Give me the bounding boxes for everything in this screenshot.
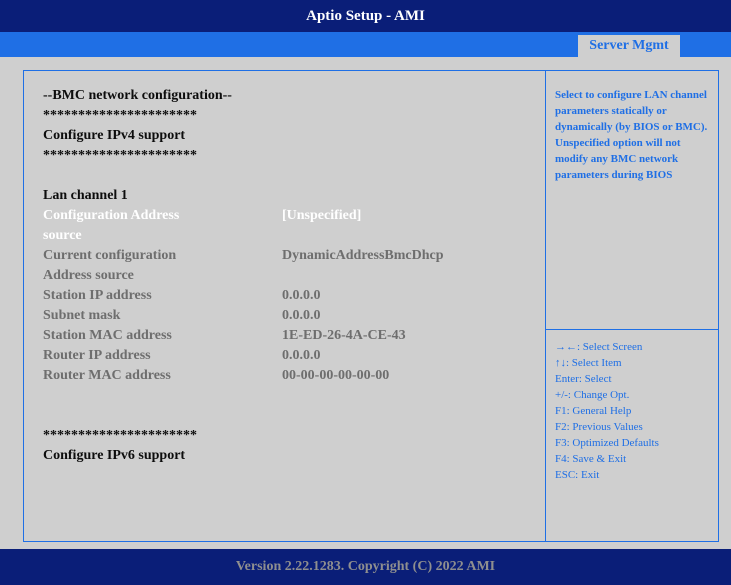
station-mac-value: 1E-ED-26-4A-CE-43 bbox=[282, 328, 406, 343]
station-ip-row: Station IP address 0.0.0.0 bbox=[43, 286, 538, 306]
config-address-source-label-cont: source bbox=[43, 228, 82, 243]
key-hint: +/-: Change Opt. bbox=[555, 389, 630, 401]
config-address-source-label: Configuration Address bbox=[43, 208, 180, 223]
key-hint: ↑↓: Select Item bbox=[555, 357, 622, 369]
subnet-mask-row: Subnet mask 0.0.0.0 bbox=[43, 306, 538, 326]
section-title: --BMC network configuration-- bbox=[43, 88, 232, 103]
router-ip-value: 0.0.0.0 bbox=[282, 348, 321, 363]
station-mac-row: Station MAC address 1E-ED-26-4A-CE-43 bbox=[43, 326, 538, 346]
ipv6-title: Configure IPv6 support bbox=[43, 448, 186, 463]
separator-stars: ********************** bbox=[43, 108, 197, 123]
config-address-source-value[interactable]: [Unspecified] bbox=[282, 206, 361, 226]
window-title: Aptio Setup - AMI bbox=[0, 0, 731, 32]
router-mac-label: Router MAC address bbox=[43, 368, 171, 383]
router-mac-value: 00-00-00-00-00-00 bbox=[282, 368, 390, 383]
subnet-mask-label: Subnet mask bbox=[43, 308, 121, 323]
key-hint: F2: Previous Values bbox=[555, 421, 643, 433]
router-ip-label: Router IP address bbox=[43, 348, 151, 363]
help-divider bbox=[546, 329, 719, 330]
router-mac-row: Router MAC address 00-00-00-00-00-00 bbox=[43, 366, 538, 386]
lan-channel-label: Lan channel 1 bbox=[43, 188, 128, 203]
current-config-value: DynamicAddressBmcDhcp bbox=[282, 248, 444, 263]
separator-stars: ********************** bbox=[43, 148, 197, 163]
main-panel: --BMC network configuration-- **********… bbox=[0, 57, 731, 549]
key-hint: Enter: Select bbox=[555, 373, 612, 385]
station-mac-label: Station MAC address bbox=[43, 328, 172, 343]
subnet-mask-value: 0.0.0.0 bbox=[282, 308, 321, 323]
station-ip-label: Station IP address bbox=[43, 288, 152, 303]
key-hint: F1: General Help bbox=[555, 405, 632, 417]
config-address-source-option[interactable]: Configuration Address [Unspecified] bbox=[43, 206, 538, 226]
settings-list: --BMC network configuration-- **********… bbox=[43, 86, 538, 466]
separator-stars: ********************** bbox=[43, 428, 197, 443]
version-footer: Version 2.22.1283. Copyright (C) 2022 AM… bbox=[0, 549, 731, 577]
tab-server-mgmt[interactable]: Server Mgmt bbox=[578, 35, 680, 57]
current-config-label-cont: Address source bbox=[43, 268, 134, 283]
current-config-row: Current configuration DynamicAddressBmcD… bbox=[43, 246, 538, 266]
station-ip-value: 0.0.0.0 bbox=[282, 288, 321, 303]
help-text: Select to configure LAN channel paramete… bbox=[555, 89, 708, 181]
key-hint: →←: Select Screen bbox=[555, 341, 643, 353]
ipv4-title: Configure IPv4 support bbox=[43, 128, 186, 143]
tab-bar: Server Mgmt bbox=[0, 32, 731, 57]
key-legend: →←: Select Screen ↑↓: Select Item Enter:… bbox=[555, 339, 715, 483]
key-hint: ESC: Exit bbox=[555, 469, 600, 481]
router-ip-row: Router IP address 0.0.0.0 bbox=[43, 346, 538, 366]
panel-divider bbox=[545, 70, 546, 542]
key-hint: F3: Optimized Defaults bbox=[555, 437, 659, 449]
current-config-label: Current configuration bbox=[43, 248, 177, 263]
key-hint: F4: Save & Exit bbox=[555, 453, 627, 465]
